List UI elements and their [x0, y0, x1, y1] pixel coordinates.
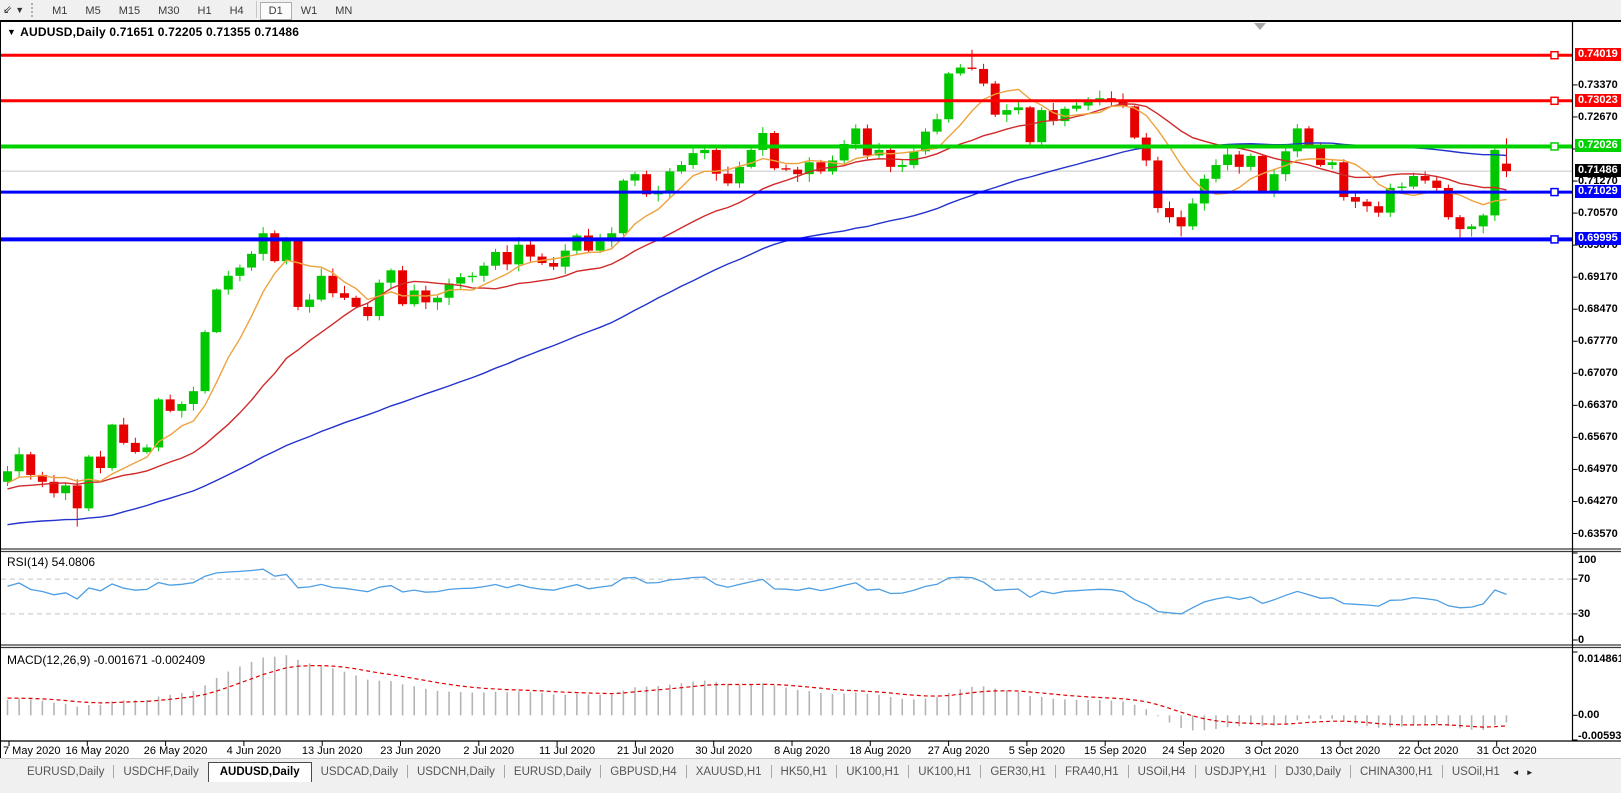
tab-dj30-daily[interactable]: DJ30,Daily: [1276, 763, 1350, 783]
level-price-chip: 0.72026: [1575, 139, 1621, 152]
tab-eurusd-daily[interactable]: EURUSD,Daily: [505, 763, 600, 783]
date-label: 22 Oct 2020: [1388, 745, 1468, 757]
macd-indicator-label: MACD(12,26,9) -0.001671 -0.002409: [7, 653, 205, 667]
tab-hk50-h1[interactable]: HK50,H1: [772, 763, 837, 783]
macd-pane: [8, 655, 1507, 730]
date-label: 11 Jul 2020: [527, 745, 607, 757]
price-tick-label: 0.67770: [1578, 335, 1618, 347]
tab-usoil-h1[interactable]: USOil,H1: [1443, 763, 1509, 783]
price-tick-label: 0.65670: [1578, 431, 1618, 443]
ma-50-line: [8, 143, 1507, 525]
timeframe-button-m30[interactable]: M30: [149, 2, 188, 20]
chart-tab-bar: EURUSD,DailyUSDCHF,DailyAUDUSD,DailyUSDC…: [0, 758, 1621, 783]
chart-header: ▼ AUDUSD,Daily 0.71651 0.72205 0.71355 0.…: [7, 25, 299, 39]
timeframe-button-h1[interactable]: H1: [189, 2, 221, 20]
main-price-pane: [1, 50, 1572, 527]
symbol-caret-icon[interactable]: ▼: [7, 27, 16, 37]
date-label: 15 Sep 2020: [1075, 745, 1155, 757]
tab-usdchf-daily[interactable]: USDCHF,Daily: [114, 763, 207, 783]
price-chart-canvas[interactable]: [1, 22, 1621, 762]
level-price-chip: 0.69995: [1575, 232, 1621, 245]
tab-uk100-h1[interactable]: UK100,H1: [909, 763, 980, 783]
timeframe-button-m1[interactable]: M1: [43, 2, 76, 20]
tab-usdcad-daily[interactable]: USDCAD,Daily: [312, 763, 407, 783]
timeframe-button-mn[interactable]: MN: [326, 2, 361, 20]
tab-xauusd-h1[interactable]: XAUUSD,H1: [687, 763, 771, 783]
toolbar-divider: [256, 1, 257, 18]
chart-window[interactable]: ▼ AUDUSD,Daily 0.71651 0.72205 0.71355 0.…: [0, 20, 1621, 760]
date-label: 23 Jun 2020: [371, 745, 451, 757]
date-label: 13 Oct 2020: [1310, 745, 1390, 757]
date-label: 3 Oct 2020: [1232, 745, 1312, 757]
cursor-tool-icon[interactable]: ⇙: [3, 1, 12, 19]
top-toolbar: ⇙ ▼ M1M5M15M30H1H4 D1W1MN: [0, 0, 1621, 21]
candles-layer: [3, 50, 1511, 527]
timeframe-button-w1[interactable]: W1: [292, 2, 327, 20]
date-label: 30 Jul 2020: [684, 745, 764, 757]
tab-scroll-right-icon[interactable]: ►: [1523, 768, 1537, 783]
tab-eurusd-daily[interactable]: EURUSD,Daily: [18, 763, 113, 783]
timeframe-button-group: M1M5M15M30H1H4 D1W1MN: [43, 1, 361, 19]
date-label: 21 Jul 2020: [605, 745, 685, 757]
price-tick-label: 0.64970: [1578, 463, 1618, 475]
tab-usdcnh-daily[interactable]: USDCNH,Daily: [408, 763, 504, 783]
timeframe-button-d1[interactable]: D1: [260, 2, 292, 20]
tab-audusd-daily[interactable]: AUDUSD,Daily: [208, 762, 312, 784]
current-price-chip: 0.71486: [1575, 164, 1621, 177]
date-label: 18 Aug 2020: [840, 745, 920, 757]
date-label: 16 May 2020: [57, 745, 137, 757]
timeframe-button-h4[interactable]: H4: [221, 2, 253, 20]
status-strip: [0, 782, 1621, 793]
rsi-pane: [1, 569, 1572, 614]
date-label: 31 Oct 2020: [1467, 745, 1547, 757]
macd-tick-label: 0.00: [1578, 709, 1599, 721]
price-tick-label: 0.64270: [1578, 495, 1618, 507]
rsi-indicator-label: RSI(14) 54.0806: [7, 555, 95, 569]
pane-frame: [1, 22, 1621, 746]
timeframe-button-m5[interactable]: M5: [76, 2, 109, 20]
price-tick-label: 0.70570: [1578, 207, 1618, 219]
chart-shift-marker-icon: [1254, 23, 1266, 30]
date-label: 24 Sep 2020: [1154, 745, 1234, 757]
price-tick-label: 0.68470: [1578, 303, 1618, 315]
rsi-tick-label: 30: [1578, 608, 1590, 620]
rsi-tick-label: 100: [1578, 554, 1596, 566]
date-label: 8 Aug 2020: [762, 745, 842, 757]
date-label: 5 Sep 2020: [997, 745, 1077, 757]
price-tick-label: 0.72670: [1578, 111, 1618, 123]
tab-usoil-h4[interactable]: USOil,H4: [1129, 763, 1195, 783]
tab-china300-h1[interactable]: CHINA300,H1: [1351, 763, 1442, 783]
date-label: 26 May 2020: [136, 745, 216, 757]
price-tick-label: 0.67070: [1578, 367, 1618, 379]
level-price-chip: 0.74019: [1575, 48, 1621, 61]
macd-tick-label: 0.014861: [1578, 653, 1621, 665]
tool-dropdown-caret-icon[interactable]: ▼: [15, 5, 24, 15]
tab-ger30-h1[interactable]: GER30,H1: [981, 763, 1055, 783]
tab-uk100-h1[interactable]: UK100,H1: [837, 763, 908, 783]
level-price-chip: 0.73023: [1575, 94, 1621, 107]
tab-usdjpy-h1[interactable]: USDJPY,H1: [1196, 763, 1276, 783]
date-label: 13 Jun 2020: [292, 745, 372, 757]
toolbar-grip[interactable]: [31, 3, 37, 17]
tab-scroll-left-icon[interactable]: ◄: [1509, 768, 1523, 783]
price-tick-label: 0.69170: [1578, 271, 1618, 283]
rsi-tick-label: 70: [1578, 573, 1590, 585]
date-label: 4 Jun 2020: [214, 745, 294, 757]
date-label: 2 Jul 2020: [449, 745, 529, 757]
price-tick-label: 0.63570: [1578, 528, 1618, 540]
chart-header-text: AUDUSD,Daily 0.71651 0.72205 0.71355 0.7…: [20, 25, 299, 39]
rsi-tick-label: 0: [1578, 634, 1584, 646]
tab-fra40-h1[interactable]: FRA40,H1: [1056, 763, 1128, 783]
price-tick-label: 0.73370: [1578, 79, 1618, 91]
timeframe-button-m15[interactable]: M15: [110, 2, 149, 20]
macd-tick-label: -0.005938: [1578, 730, 1621, 742]
level-price-chip: 0.71029: [1575, 185, 1621, 198]
tab-gbpusd-h4[interactable]: GBPUSD,H4: [601, 763, 685, 783]
horizontal-level-lines: [1, 52, 1572, 243]
price-tick-label: 0.66370: [1578, 399, 1618, 411]
date-label: 27 Aug 2020: [919, 745, 999, 757]
